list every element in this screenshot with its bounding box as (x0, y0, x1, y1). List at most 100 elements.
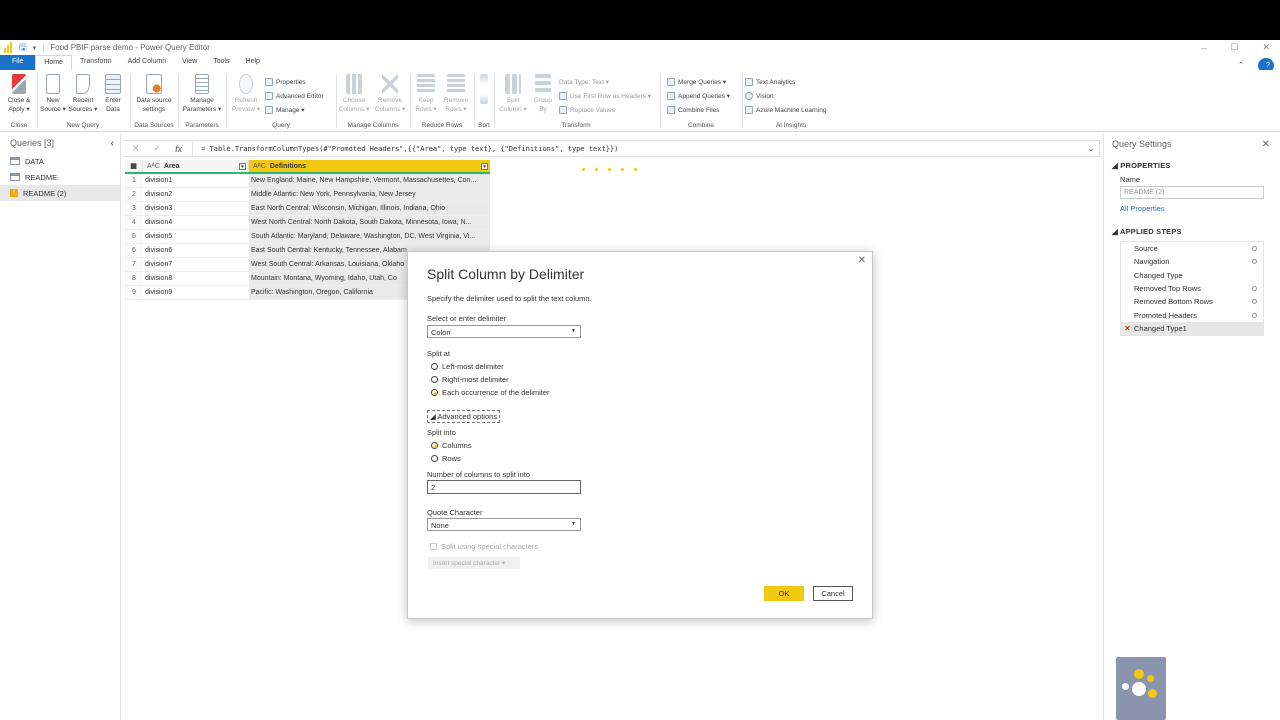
collapse-queries-icon[interactable]: ‹ (111, 138, 114, 149)
choose-columns-button[interactable]: Choose Columns ▾ (337, 72, 371, 114)
gear-icon[interactable] (1252, 286, 1257, 292)
sort-descending-button[interactable] (477, 92, 491, 106)
radio-each-occurrence[interactable]: Each occurrence of the delimiter (431, 388, 550, 397)
num-columns-input[interactable]: 2 (427, 480, 581, 494)
delimiter-select[interactable]: Colon ▼ (427, 325, 581, 338)
query-name-input[interactable]: README (2) (1120, 186, 1264, 199)
azure-ml-button[interactable]: Azure Machine Learning (745, 106, 826, 114)
radio-right-most[interactable]: Right-most delimiter (431, 375, 509, 384)
table-row[interactable]: 4 division4 West North Central: North Dako… (125, 216, 490, 230)
tab-help[interactable]: Help (238, 55, 268, 70)
applied-step[interactable]: Removed Top Rows (1121, 282, 1263, 295)
minimize-button[interactable]: – (1201, 43, 1206, 53)
replace-values-button[interactable]: Replace Values (559, 106, 615, 114)
cell-area[interactable]: division9 (143, 286, 249, 299)
all-properties-link[interactable]: All Properties (1104, 199, 1280, 213)
group-by-button[interactable]: Group By (529, 72, 557, 114)
row-number[interactable]: 6 (125, 244, 143, 257)
cell-area[interactable]: division2 (143, 188, 249, 201)
ok-button[interactable]: OK (764, 586, 804, 601)
tab-view[interactable]: View (174, 55, 205, 70)
tab-home[interactable]: Home (35, 55, 72, 70)
row-number[interactable]: 1 (125, 174, 143, 187)
gear-icon[interactable] (1252, 259, 1257, 265)
column-header-definitions[interactable]: AᴬC Definitions ▾ (249, 160, 490, 172)
table-row[interactable]: 5 division5 South Atlantic: Maryland, Dela… (125, 230, 490, 244)
tab-tools[interactable]: Tools (205, 55, 237, 70)
properties-button[interactable]: Properties (265, 78, 306, 86)
radio-left-most[interactable]: Left-most delimiter (431, 362, 504, 371)
dialog-close-icon[interactable]: ✕ (858, 255, 866, 266)
filter-dropdown-icon[interactable]: ▾ (481, 163, 488, 170)
query-item[interactable]: ! README (2) (0, 185, 120, 201)
sort-ascending-button[interactable] (477, 72, 491, 86)
manage-parameters-button[interactable]: Manage Parameters ▾ (179, 72, 225, 114)
tab-add-column[interactable]: Add Column (120, 55, 175, 70)
cell-area[interactable]: division6 (143, 244, 249, 257)
row-number[interactable]: 8 (125, 272, 143, 285)
row-number[interactable]: 5 (125, 230, 143, 243)
query-item[interactable]: DATA (0, 153, 120, 169)
recent-sources-button[interactable]: Recent Sources ▾ (68, 72, 98, 114)
applied-step[interactable]: Changed Type (1121, 269, 1263, 282)
row-number[interactable]: 9 (125, 286, 143, 299)
text-analytics-button[interactable]: Text Analytics (745, 78, 795, 86)
save-icon[interactable]: 🖫 (19, 40, 27, 56)
insert-special-character-button[interactable]: Insert special character ▾ (428, 557, 520, 569)
maximize-button[interactable]: ☐ (1230, 42, 1238, 53)
data-source-settings-button[interactable]: Data source settings (131, 72, 177, 114)
append-queries-button[interactable]: Append Queries ▾ (667, 92, 730, 100)
remove-rows-button[interactable]: Remove Rows ▾ (441, 72, 471, 114)
enter-data-button[interactable]: Enter Data (98, 72, 128, 114)
new-source-button[interactable]: New Source ▾ (38, 72, 68, 114)
quick-access-dropdown-icon[interactable]: ▾ (33, 44, 37, 52)
close-apply-button[interactable]: Close & Apply ▾ (2, 72, 36, 114)
expand-formula-icon[interactable]: ⌄ (1083, 144, 1099, 153)
applied-step[interactable]: Promoted Headers (1121, 308, 1263, 321)
commit-formula-icon[interactable]: ✓ (154, 143, 162, 154)
applied-step[interactable]: ✕ Changed Type1 (1121, 321, 1263, 336)
table-menu-icon[interactable]: ▦ (125, 160, 143, 172)
text-type-icon[interactable]: AᴬC (253, 163, 266, 170)
column-header-area[interactable]: AᴬC Area ▾ (143, 160, 249, 172)
cell-definitions[interactable]: West North Central: North Dakota, South … (249, 216, 490, 229)
combine-files-button[interactable]: Combine Files (667, 106, 720, 114)
gear-icon[interactable] (1252, 312, 1257, 318)
use-first-row-headers-button[interactable]: Use First Row as Headers ▾ (559, 92, 651, 100)
cell-definitions[interactable]: East North Central: Wisconsin, Michigan,… (249, 202, 490, 215)
vision-button[interactable]: Vision (745, 92, 774, 100)
tab-file[interactable]: File (0, 55, 36, 70)
query-item[interactable]: README (0, 169, 120, 185)
fx-icon[interactable]: fx (175, 144, 182, 154)
close-settings-icon[interactable]: ✕ (1262, 139, 1270, 150)
quote-character-select[interactable]: None ▼ (427, 518, 581, 531)
text-type-icon[interactable]: AᴬC (147, 163, 160, 170)
cell-area[interactable]: division1 (143, 174, 249, 187)
manage-button[interactable]: Manage ▾ (265, 106, 305, 114)
special-characters-checkbox[interactable]: Split using special characters (430, 542, 538, 551)
radio-rows[interactable]: Rows (431, 454, 461, 463)
cell-area[interactable]: division4 (143, 216, 249, 229)
advanced-options-toggle[interactable]: ◢ Advanced options (427, 410, 501, 423)
applied-step[interactable]: Source (1121, 242, 1263, 255)
table-row[interactable]: 2 division2 Middle Atlantic: New York, Pen… (125, 188, 490, 202)
gear-icon[interactable] (1252, 246, 1257, 252)
delete-step-icon[interactable]: ✕ (1124, 324, 1131, 333)
cell-definitions[interactable]: South Atlantic: Maryland, Delaware, Wash… (249, 230, 490, 243)
keep-rows-button[interactable]: Keep Rows ▾ (411, 72, 441, 114)
row-number[interactable]: 7 (125, 258, 143, 271)
refresh-preview-button[interactable]: Refresh Preview ▾ (229, 72, 263, 114)
formula-text[interactable]: = Table.TransformColumnTypes(#"Promoted … (193, 145, 1083, 153)
radio-columns[interactable]: Columns (431, 441, 472, 450)
applied-step[interactable]: Navigation (1121, 255, 1263, 268)
gear-icon[interactable] (1252, 299, 1257, 305)
cell-area[interactable]: division7 (143, 258, 249, 271)
row-number[interactable]: 3 (125, 202, 143, 215)
table-row[interactable]: 3 division3 East North Central: Wisconsin,… (125, 202, 490, 216)
cell-definitions[interactable]: Middle Atlantic: New York, Pennsylvania,… (249, 188, 490, 201)
cancel-button[interactable]: Cancel (813, 586, 853, 601)
cell-area[interactable]: division8 (143, 272, 249, 285)
advanced-editor-button[interactable]: Advanced Editor (265, 92, 324, 100)
cell-area[interactable]: division5 (143, 230, 249, 243)
row-number[interactable]: 4 (125, 216, 143, 229)
